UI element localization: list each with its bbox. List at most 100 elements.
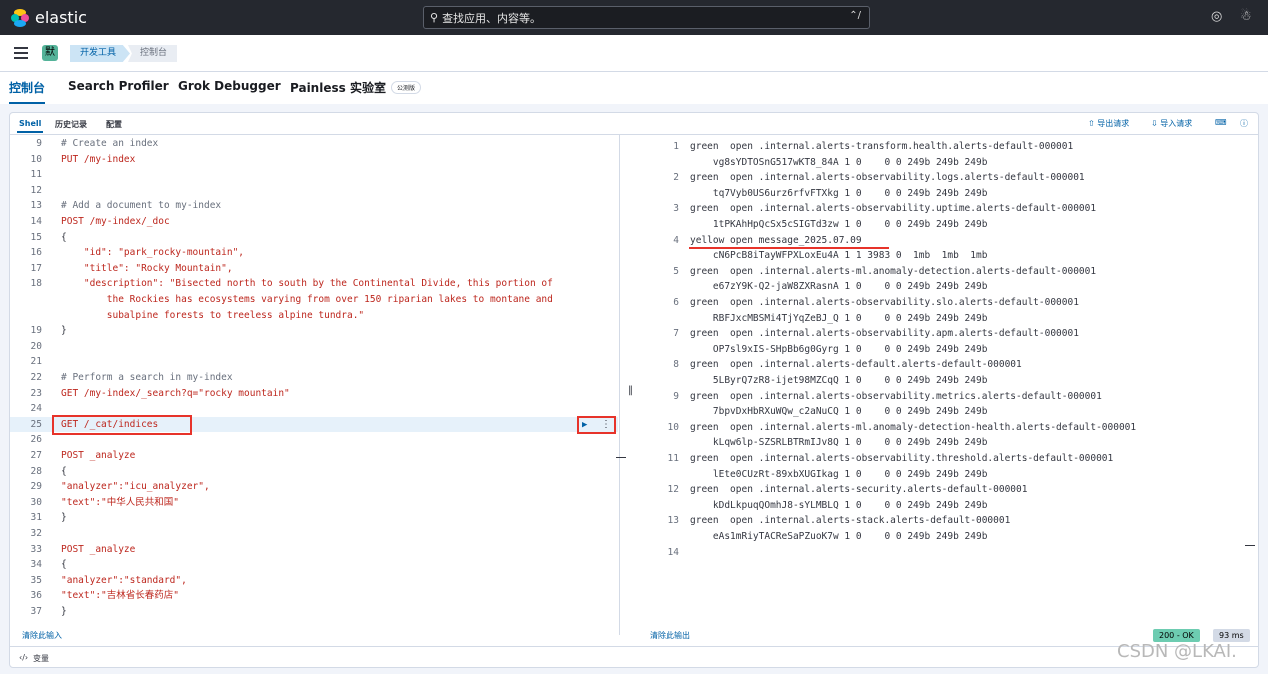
- editor-line[interactable]: 16 "id": "park_rocky-mountain",: [10, 245, 618, 261]
- output-line: 6 green open .internal.alerts-observabili…: [649, 295, 1254, 311]
- output-text: green open .internal.alerts-ml.anomaly-d…: [690, 421, 1137, 433]
- output-line: lEte0CUzRt-89xbXUGIkag 1 0 0 0 249b 249b…: [649, 467, 1254, 483]
- line-number: 26: [30, 434, 42, 446]
- editor-line[interactable]: 35 "analyzer":"standard",: [10, 573, 618, 589]
- editor-line[interactable]: subalpine forests to treeless alpine tun…: [10, 308, 618, 324]
- output-line: 3 green open .internal.alerts-observabili…: [649, 201, 1254, 217]
- variables-bar[interactable]: ‹/› 变量: [10, 646, 1258, 668]
- output-line: 1tPKAhHpQcSx5cSIGTd3zw 1 0 0 0 249b 249b…: [649, 217, 1254, 233]
- tab-search-profiler[interactable]: Search Profiler: [68, 79, 169, 93]
- editor-line[interactable]: 26: [10, 432, 618, 448]
- line-number: 16: [30, 247, 42, 259]
- help-globe-icon[interactable]: ◎: [1211, 10, 1225, 24]
- code-icon: ‹/›: [19, 653, 29, 662]
- keyboard-shortcuts-icon[interactable]: ⌨: [1215, 118, 1227, 127]
- output-line-number: 4: [673, 234, 679, 246]
- subtab-history[interactable]: 历史记录: [55, 119, 87, 130]
- code-text: "text":"吉林省长春药店": [61, 590, 179, 602]
- output-text: green open .internal.alerts-observabilit…: [690, 390, 1102, 402]
- search-placeholder: 查找应用、内容等。: [442, 11, 542, 25]
- line-number: 20: [30, 340, 42, 352]
- editor-line[interactable]: 36 "text":"吉林省长春药店": [10, 588, 618, 604]
- search-icon: ⚲: [430, 11, 439, 24]
- editor-line[interactable]: 33 POST _analyze: [10, 542, 618, 558]
- output-text: green open .internal.alerts-observabilit…: [690, 203, 1097, 215]
- tab-painless-label: Painless 实验室: [290, 81, 386, 95]
- tab-painless-lab[interactable]: Painless 实验室 公测版: [290, 79, 421, 96]
- editor-line[interactable]: 15 {: [10, 230, 618, 246]
- export-requests-button[interactable]: ⇧ 导出请求: [1088, 118, 1129, 129]
- output-text: OP7sl9xIS-SHpBb6g0Gyrg 1 0 0 0 249b 249b…: [690, 343, 988, 355]
- editor-line[interactable]: 22 # Perform a search in my-index: [10, 370, 618, 386]
- editor-line[interactable]: 30 "text":"中华人民共和国": [10, 495, 618, 511]
- resize-handle-icon[interactable]: ‖: [628, 385, 633, 396]
- output-line-number: 14: [667, 546, 679, 558]
- code-text: the Rockies has ecosystems varying from …: [61, 294, 553, 305]
- output-line-number: 7: [673, 328, 679, 340]
- line-number: 33: [30, 543, 42, 555]
- editor-line[interactable]: 32: [10, 526, 618, 542]
- clear-output-link[interactable]: 清除此输出: [650, 630, 690, 641]
- editor-line[interactable]: 27 POST _analyze: [10, 448, 618, 464]
- line-number: 27: [30, 450, 42, 461]
- output-line-number: 12: [667, 484, 679, 496]
- code-text: {: [61, 231, 67, 243]
- elastic-logo[interactable]: elastic: [11, 8, 87, 27]
- space-avatar[interactable]: 默: [42, 45, 58, 61]
- output-line-number: 9: [673, 390, 679, 402]
- editor-line[interactable]: 23 GET /my-index/_search?q="rocky mountai…: [10, 386, 618, 402]
- output-line-number: 5: [673, 265, 679, 277]
- output-text: green open .internal.alerts-ml.anomaly-d…: [690, 265, 1097, 277]
- user-menu-icon[interactable]: ☃: [1240, 10, 1254, 24]
- output-text: vg8sYDTOSnG517wKT8_84A 1 0 0 0 249b 249b…: [690, 156, 988, 168]
- editor-line[interactable]: 12: [10, 183, 618, 199]
- editor-line[interactable]: 29 "analyzer":"icu_analyzer",: [10, 479, 618, 495]
- editor-line[interactable]: 14 POST /my-index/_doc: [10, 214, 618, 230]
- output-text: kLqw6lp-SZSRLBTRmIJv8Q 1 0 0 0 249b 249b…: [690, 437, 988, 449]
- console-panel: Shell 历史记录 配置 ⇧ 导出请求 ⇩ 导入请求 ⌨ ⓘ 9 # Creat…: [9, 112, 1259, 668]
- subtab-shell[interactable]: Shell: [16, 119, 44, 133]
- editor-line[interactable]: 10 PUT /my-index: [10, 152, 618, 168]
- editor-line[interactable]: 19}: [10, 323, 618, 339]
- output-text: 1tPKAhHpQcSx5cSIGTd3zw 1 0 0 0 249b 249b…: [690, 219, 988, 230]
- line-number: 25: [30, 418, 42, 430]
- editor-line[interactable]: 13 # Add a document to my-index: [10, 198, 618, 214]
- editor-line[interactable]: 34 {: [10, 557, 618, 573]
- import-requests-button[interactable]: ⇩ 导入请求: [1151, 118, 1192, 129]
- code-text: # Create an index: [61, 138, 159, 149]
- console-page: Shell 历史记录 配置 ⇧ 导出请求 ⇩ 导入请求 ⌨ ⓘ 9 # Creat…: [0, 104, 1268, 674]
- request-editor[interactable]: 9 # Create an index 10 PUT /my-index 11 12 13 #…: [10, 135, 618, 623]
- editor-line[interactable]: 28 {: [10, 464, 618, 480]
- breadcrumb-dev-tools[interactable]: 开发工具: [70, 45, 131, 62]
- tab-grok-debugger[interactable]: Grok Debugger: [178, 79, 281, 93]
- editor-line[interactable]: 17 "title": "Rocky Mountain",: [10, 261, 618, 277]
- editor-line[interactable]: 18 "description": "Bisected north to sou…: [10, 276, 618, 292]
- line-number: 35: [30, 574, 42, 586]
- output-text: green open .internal.alerts-observabilit…: [690, 328, 1079, 340]
- editor-line[interactable]: 20: [10, 339, 618, 355]
- editor-line[interactable]: 25 GET /_cat/indices ▶ ⋮: [10, 414, 618, 435]
- help-icon[interactable]: ⓘ: [1240, 118, 1248, 129]
- code-text: "title": "Rocky Mountain",: [61, 262, 233, 274]
- output-line-number: 6: [673, 297, 679, 308]
- output-line: 5LByrQ7zR8-ijet98MZCqQ 1 0 0 0 249b 249b…: [649, 373, 1254, 389]
- output-text: green open .internal.alerts-observabilit…: [690, 172, 1085, 184]
- output-line: 2 green open .internal.alerts-observabili…: [649, 170, 1254, 186]
- menu-toggle-icon[interactable]: [14, 47, 28, 59]
- editor-line[interactable]: 9 # Create an index: [10, 136, 618, 152]
- editor-line[interactable]: 21: [10, 354, 618, 370]
- editor-line[interactable]: 11: [10, 167, 618, 183]
- code-text: # Perform a search in my-index: [61, 372, 233, 383]
- elastic-logo-icon: [11, 8, 29, 27]
- editor-line[interactable]: 31}: [10, 510, 618, 526]
- clear-input-link[interactable]: 清除此输入: [22, 630, 62, 641]
- global-search-input[interactable]: ⚲ 查找应用、内容等。 ⌃/: [423, 6, 870, 29]
- subtab-config[interactable]: 配置: [106, 119, 122, 130]
- tab-console[interactable]: 控制台: [9, 79, 46, 104]
- output-line: kDdLkpuqQOmhJ8-sYLMBLQ 1 0 0 0 249b 249b…: [649, 498, 1254, 514]
- editor-line[interactable]: the Rockies has ecosystems varying from …: [10, 292, 618, 308]
- code-text: "analyzer":"standard",: [61, 574, 187, 586]
- line-number: 30: [30, 496, 42, 508]
- editor-line[interactable]: 37}: [10, 604, 618, 620]
- output-line: 13 green open .internal.alerts-stack.aler…: [649, 513, 1254, 529]
